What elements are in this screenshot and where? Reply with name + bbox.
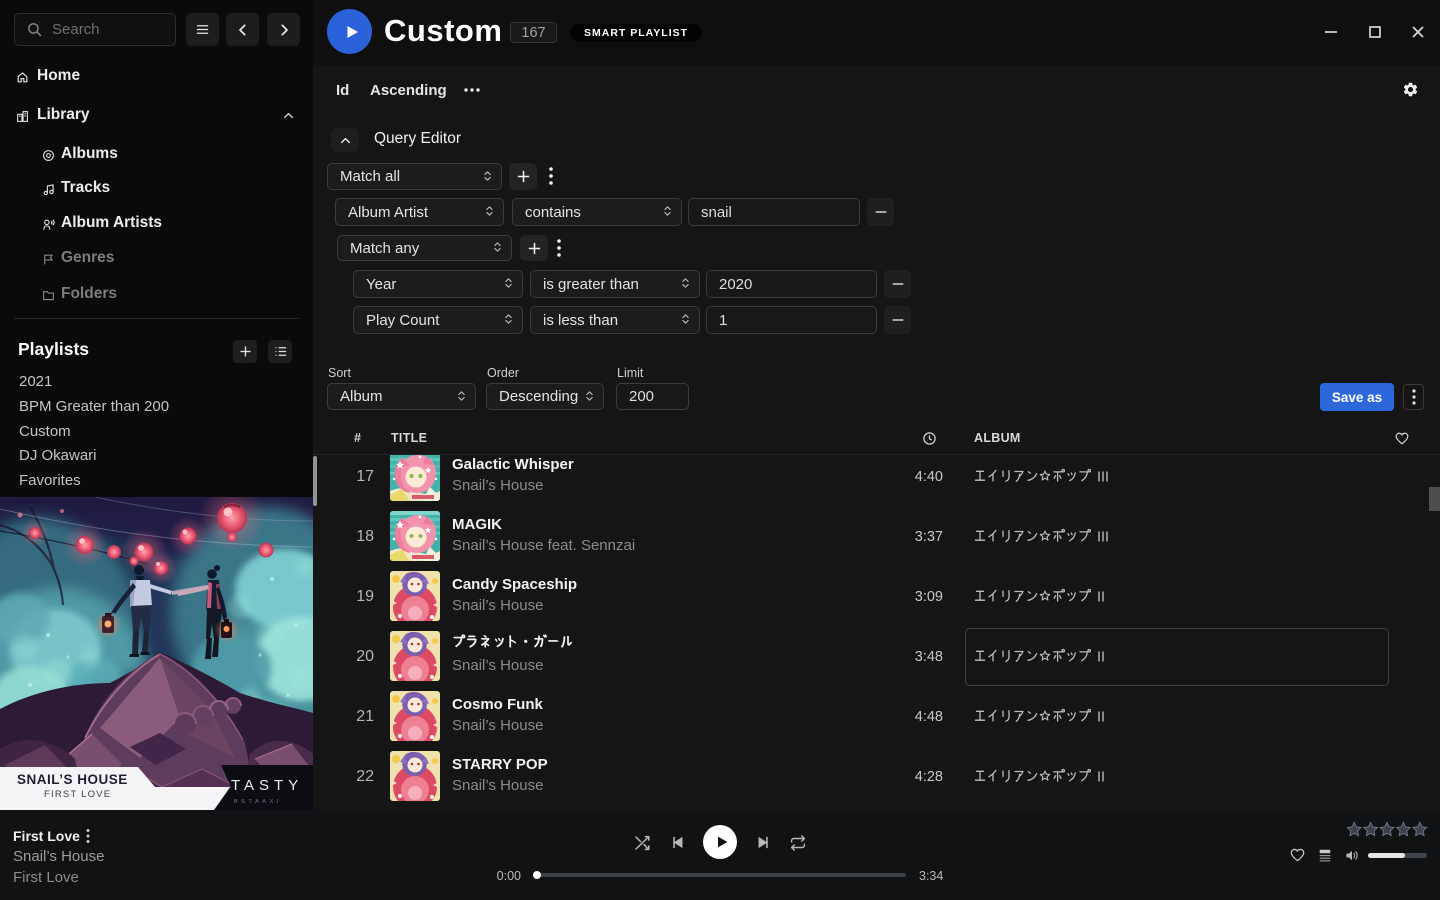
svg-text:BSTAAXI: BSTAAXI	[234, 799, 282, 805]
svg-text:TASTY: TASTY	[231, 777, 303, 794]
svg-text:SNAIL’S HOUSE: SNAIL’S HOUSE	[17, 772, 128, 787]
svg-text:FIRST LOVE: FIRST LOVE	[44, 789, 111, 800]
